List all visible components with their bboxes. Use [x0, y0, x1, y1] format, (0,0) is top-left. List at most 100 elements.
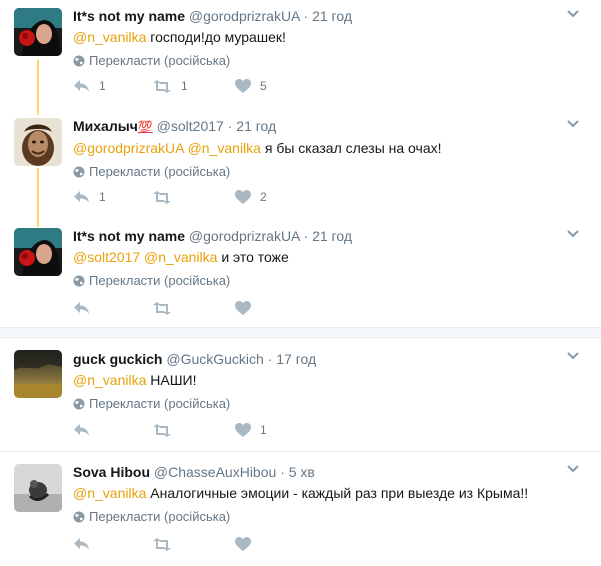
- user-handle[interactable]: @solt2017: [157, 118, 224, 134]
- heart-icon: [235, 79, 251, 93]
- globe-icon: [73, 398, 85, 410]
- avatar[interactable]: [14, 8, 62, 56]
- reply-icon: [74, 80, 89, 92]
- chevron-down-icon[interactable]: [567, 10, 579, 18]
- tweet-body: я бы сказал слезы на очах!: [264, 140, 442, 156]
- timestamp[interactable]: 5 хв: [289, 464, 315, 480]
- tweet-text: @n_vanilka НАШИ!: [73, 370, 601, 390]
- globe-icon: [73, 55, 85, 67]
- mention-link[interactable]: @n_vanilka: [144, 249, 217, 265]
- user-handle[interactable]: @gorodprizrakUA: [189, 228, 300, 244]
- reply-button[interactable]: 1: [73, 190, 106, 204]
- retweet-button[interactable]: [152, 423, 181, 437]
- hundred-emoji: 💯: [137, 120, 153, 134]
- translate-link[interactable]: Перекласти (російська): [73, 395, 601, 413]
- retweet-button[interactable]: [152, 301, 181, 315]
- conversation-gap: [0, 328, 601, 337]
- chevron-down-icon[interactable]: [567, 230, 579, 238]
- like-count: 2: [260, 190, 267, 204]
- tweet[interactable]: It*s not my name @gorodprizrakUA · 21 го…: [0, 220, 601, 327]
- retweet-icon: [153, 301, 171, 315]
- avatar[interactable]: [14, 350, 62, 398]
- retweet-button[interactable]: [152, 190, 181, 204]
- like-count: 5: [260, 79, 267, 93]
- reply-icon: [74, 424, 89, 436]
- display-name[interactable]: Михалыч: [73, 118, 138, 134]
- timestamp[interactable]: 17 год: [276, 351, 316, 367]
- translate-link[interactable]: Перекласти (російська): [73, 508, 601, 526]
- tweet[interactable]: guck guckich @GuckGuckich · 17 год @n_va…: [0, 338, 601, 451]
- user-handle[interactable]: @ChasseAuxHibou: [154, 464, 276, 480]
- translate-label[interactable]: Перекласти (російська): [89, 508, 230, 526]
- timestamp[interactable]: 21 год: [312, 228, 352, 244]
- heart-icon: [235, 537, 251, 551]
- avatar[interactable]: [14, 464, 62, 512]
- translate-label[interactable]: Перекласти (російська): [89, 163, 230, 181]
- mention-link[interactable]: @solt2017: [73, 249, 140, 265]
- mention-link[interactable]: @gorodprizrakUA: [73, 140, 184, 156]
- user-handle[interactable]: @gorodprizrakUA: [189, 8, 300, 24]
- translate-link[interactable]: Перекласти (російська): [73, 163, 601, 181]
- display-name[interactable]: It*s not my name: [73, 8, 185, 24]
- tweet-text: @n_vanilka Аналогичные эмоции - каждый р…: [73, 483, 601, 503]
- mention-link[interactable]: @n_vanilka: [73, 29, 146, 45]
- reply-button[interactable]: 1: [73, 79, 106, 93]
- mention-link[interactable]: @n_vanilka: [73, 485, 146, 501]
- globe-icon: [73, 511, 85, 523]
- separator-dot: ·: [267, 351, 273, 367]
- separator-dot: ·: [303, 8, 309, 24]
- timestamp[interactable]: 21 год: [236, 118, 276, 134]
- retweet-button[interactable]: [152, 537, 181, 551]
- tweet[interactable]: Sova Hibou @ChasseAuxHibou · 5 хв @n_van…: [0, 452, 601, 566]
- like-count: 1: [260, 423, 267, 437]
- tweet-body: Аналогичные эмоции - каждый раз при выез…: [150, 485, 529, 501]
- tweet[interactable]: Михалыч💯 @solt2017 · 21 год @gorodprizra…: [0, 110, 601, 220]
- separator-dot: ·: [303, 228, 309, 244]
- retweet-icon: [153, 423, 171, 437]
- reply-count: 1: [99, 79, 106, 93]
- heart-icon: [235, 301, 251, 315]
- like-button[interactable]: [235, 537, 260, 551]
- separator-dot: ·: [280, 464, 285, 480]
- translate-label[interactable]: Перекласти (російська): [89, 52, 230, 70]
- separator-dot: ·: [227, 118, 233, 134]
- avatar[interactable]: [14, 228, 62, 276]
- reply-icon: [74, 538, 89, 550]
- mention-link[interactable]: @n_vanilka: [73, 372, 146, 388]
- chevron-down-icon[interactable]: [567, 352, 579, 360]
- globe-icon: [73, 166, 85, 178]
- reply-button[interactable]: [73, 301, 99, 315]
- translate-link[interactable]: Перекласти (російська): [73, 52, 601, 70]
- translate-label[interactable]: Перекласти (російська): [89, 395, 230, 413]
- reply-icon: [74, 191, 89, 203]
- timestamp[interactable]: 21 год: [312, 8, 352, 24]
- translate-label[interactable]: Перекласти (російська): [89, 272, 230, 290]
- user-handle[interactable]: @GuckGuckich: [166, 351, 263, 367]
- heart-icon: [235, 423, 251, 437]
- display-name[interactable]: It*s not my name: [73, 228, 185, 244]
- reply-button[interactable]: [73, 423, 99, 437]
- display-name[interactable]: guck guckich: [73, 351, 162, 367]
- mention-link[interactable]: @n_vanilka: [188, 140, 261, 156]
- like-button[interactable]: [235, 301, 260, 315]
- tweet-text: @n_vanilka господи!до мурашек!: [73, 27, 601, 47]
- display-name[interactable]: Sova Hibou: [73, 464, 150, 480]
- retweet-icon: [153, 537, 171, 551]
- tweet-text: @gorodprizrakUA @n_vanilka я бы сказал с…: [73, 138, 601, 158]
- reply-button[interactable]: [73, 537, 99, 551]
- retweet-button[interactable]: 1: [152, 79, 188, 93]
- globe-icon: [73, 275, 85, 287]
- like-button[interactable]: 1: [235, 423, 267, 437]
- reply-icon: [74, 302, 89, 314]
- tweet-body: НАШИ!: [150, 372, 197, 388]
- like-button[interactable]: 5: [235, 79, 267, 93]
- like-button[interactable]: 2: [235, 190, 267, 204]
- chevron-down-icon[interactable]: [567, 465, 579, 473]
- translate-link[interactable]: Перекласти (російська): [73, 272, 601, 290]
- tweet[interactable]: It*s not my name @gorodprizrakUA · 21 го…: [0, 0, 601, 110]
- tweet-body: и это тоже: [221, 249, 289, 265]
- reply-count: 1: [99, 190, 106, 204]
- tweet-text: @solt2017 @n_vanilka и это тоже: [73, 247, 601, 267]
- avatar[interactable]: [14, 118, 62, 166]
- chevron-down-icon[interactable]: [567, 120, 579, 128]
